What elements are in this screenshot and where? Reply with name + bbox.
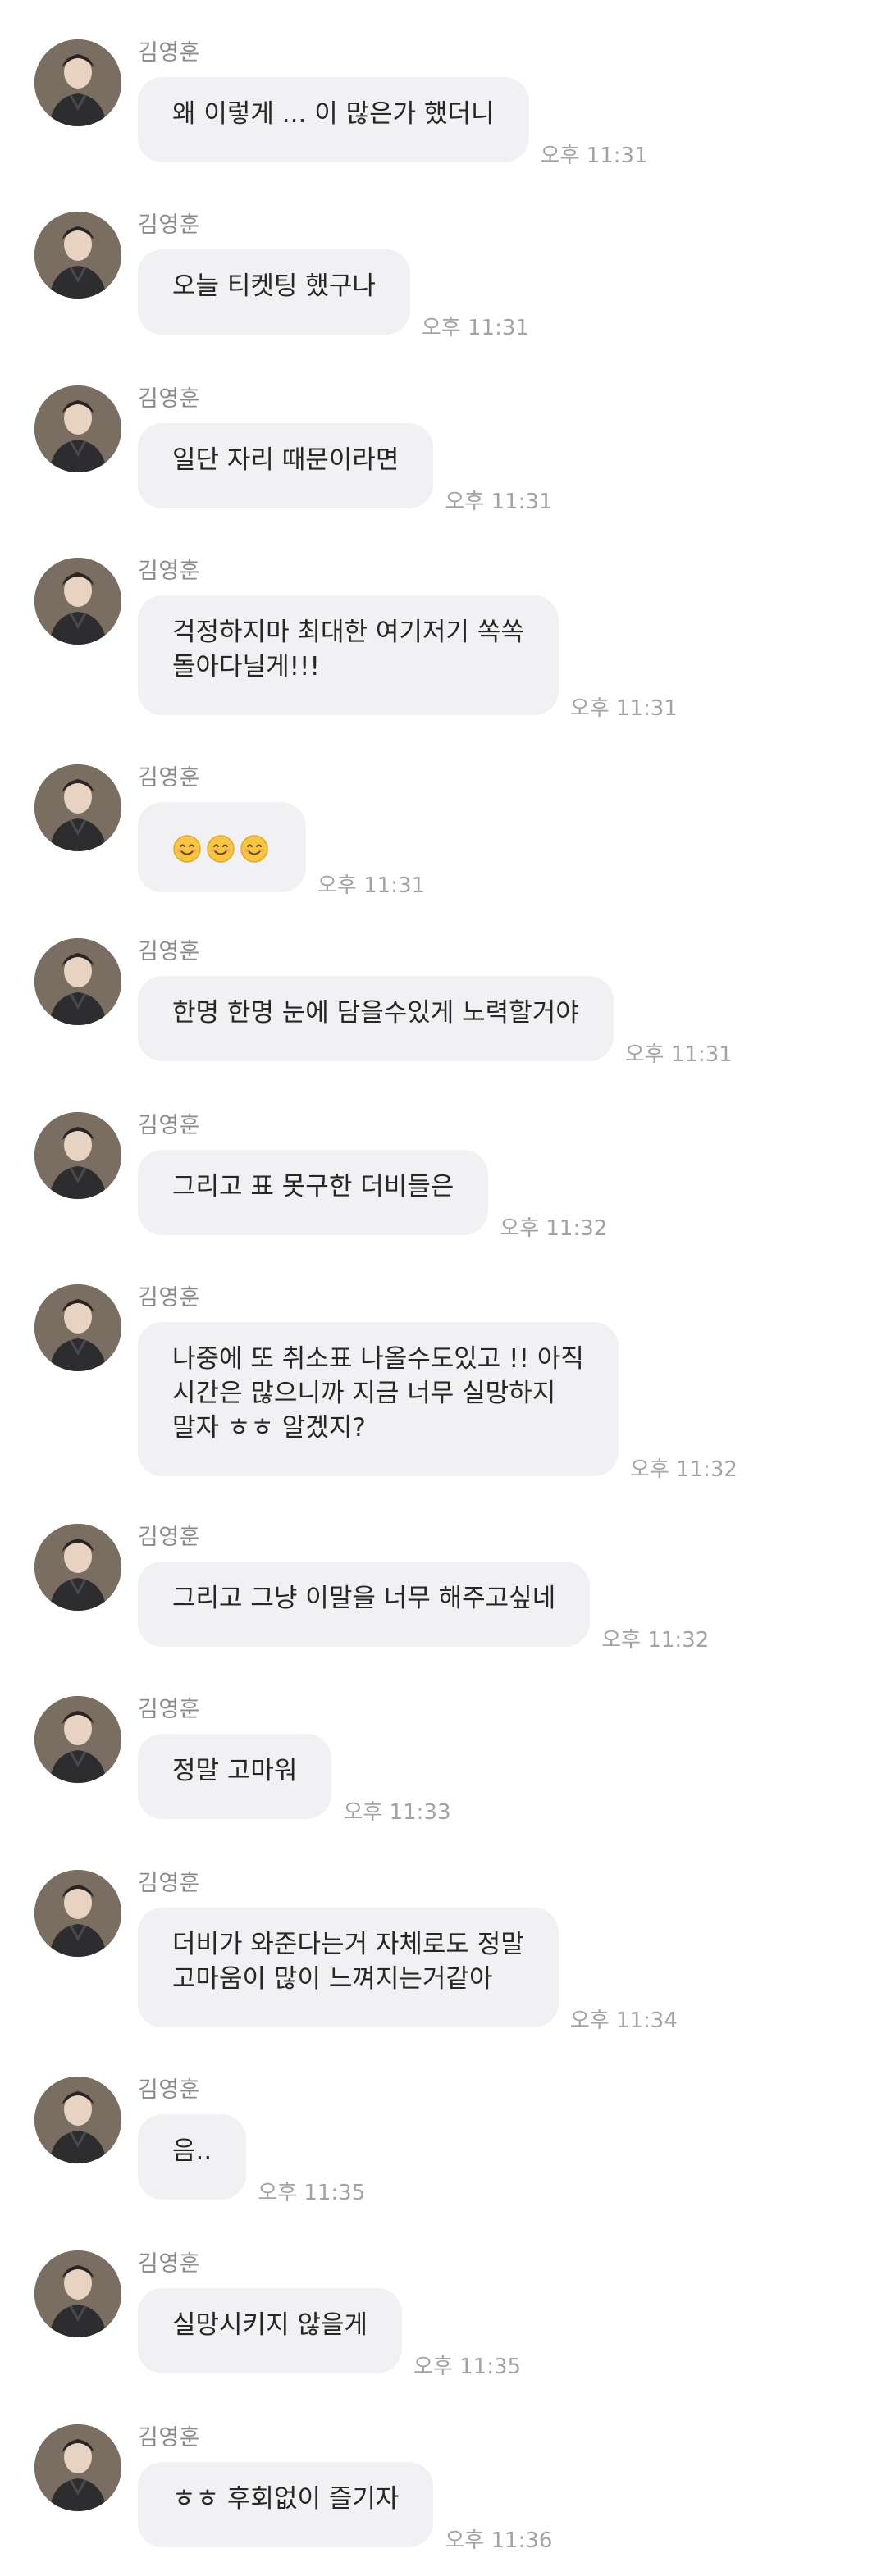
sender-name: 김영훈	[138, 40, 201, 66]
message-bubble[interactable]: 나중에 또 취소표 나올수도있고 !! 아직 시간은 많으니까 지금 너무 실망…	[138, 1322, 619, 1476]
chat-thread: 김영훈 왜 이렇게 ... 이 많은가 했더니 오후 11:31 김영훈 오늘 티켓팅 …	[0, 0, 886, 2576]
sender-name: 김영훈	[138, 1285, 201, 1311]
sender-avatar[interactable]	[34, 39, 121, 126]
smiling-face-icon	[240, 834, 269, 864]
message-row: 나중에 또 취소표 나올수도있고 !! 아직 시간은 많으니까 지금 너무 실망…	[138, 1322, 738, 1482]
message-timestamp: 오후 11:31	[540, 144, 648, 168]
message-timestamp: 오후 11:32	[500, 1216, 608, 1241]
sender-name: 김영훈	[138, 386, 201, 412]
sender-name: 김영훈	[138, 765, 201, 791]
sender-name: 김영훈	[138, 212, 201, 238]
message-text: 나중에 또 취소표 나올수도있고 !! 아직 시간은 많으니까 지금 너무 실망…	[172, 1344, 584, 1443]
sender-name: 김영훈	[138, 559, 201, 584]
message-timestamp: 오후 11:35	[413, 2355, 522, 2379]
sender-avatar[interactable]	[34, 385, 121, 472]
message-row: 그리고 표 못구한 더비들은오후 11:32	[138, 1150, 607, 1241]
smiling-face-icon	[172, 834, 202, 864]
message-text: 그리고 그냥 이말을 너무 해주고싶네	[172, 1584, 556, 1613]
message-row: 왜 이렇게 ... 이 많은가 했더니오후 11:31	[138, 77, 648, 168]
message-timestamp: 오후 11:32	[601, 1628, 710, 1653]
message-timestamp: 오후 11:36	[445, 2528, 553, 2553]
message-bubble[interactable]: 걱정하지마 최대한 여기저기 쏙쏙 돌아다닐게!!!	[138, 595, 559, 715]
message-text: 정말 고마워	[172, 1756, 298, 1785]
sender-name: 김영훈	[138, 1525, 201, 1550]
message-row: 그리고 그냥 이말을 너무 해주고싶네오후 11:32	[138, 1562, 709, 1653]
sender-avatar[interactable]	[34, 2424, 121, 2511]
sender-name: 김영훈	[138, 1697, 201, 1722]
sender-avatar[interactable]	[34, 1870, 121, 1957]
sender-avatar[interactable]	[34, 938, 121, 1025]
sender-avatar[interactable]	[34, 1112, 121, 1199]
message-timestamp: 오후 11:31	[569, 696, 678, 721]
message-row: 일단 자리 때문이라면오후 11:31	[138, 423, 552, 514]
message-bubble[interactable]	[138, 802, 306, 892]
message-bubble[interactable]: 한명 한명 눈에 담을수있게 노력할거야	[138, 976, 614, 1061]
message-text: 왜 이렇게 ... 이 많은가 했더니	[172, 99, 495, 129]
message-text: 오늘 티켓팅 했구나	[172, 271, 376, 301]
message-row: 더비가 와준다는거 자체로도 정말 고마움이 많이 느껴지는거같아오후 11:3…	[138, 1908, 678, 2033]
message-text: 더비가 와준다는거 자체로도 정말 고마움이 많이 느껴지는거같아	[172, 1930, 524, 1994]
sender-avatar[interactable]	[34, 1524, 121, 1611]
message-timestamp: 오후 11:34	[569, 2008, 678, 2033]
message-bubble[interactable]: 일단 자리 때문이라면	[138, 423, 434, 508]
message-text: 한명 한명 눈에 담을수있게 노력할거야	[172, 998, 579, 1028]
message-text: ㅎㅎ 후회없이 즐기자	[172, 2484, 400, 2514]
sender-avatar[interactable]	[34, 212, 121, 299]
message-bubble[interactable]: ㅎㅎ 후회없이 즐기자	[138, 2462, 434, 2547]
message-row: 오후 11:31	[138, 802, 425, 898]
message-bubble[interactable]: 실망시키지 않을게	[138, 2288, 403, 2373]
message-text: 일단 자리 때문이라면	[172, 445, 400, 475]
message-bubble[interactable]: 그리고 그냥 이말을 너무 해주고싶네	[138, 1562, 591, 1647]
message-bubble[interactable]: 오늘 티켓팅 했구나	[138, 249, 410, 335]
sender-avatar[interactable]	[34, 2077, 121, 2163]
message-bubble[interactable]: 그리고 표 못구한 더비들은	[138, 1150, 489, 1235]
sender-name: 김영훈	[138, 1113, 201, 1138]
message-bubble[interactable]: 더비가 와준다는거 자체로도 정말 고마움이 많이 느껴지는거같아	[138, 1908, 559, 2027]
message-text: 걱정하지마 최대한 여기저기 쏙쏙 돌아다닐게!!!	[172, 618, 524, 682]
message-text: 그리고 표 못구한 더비들은	[172, 1172, 454, 1201]
sender-avatar[interactable]	[34, 2250, 121, 2337]
sender-avatar[interactable]	[34, 764, 121, 851]
sender-name: 김영훈	[138, 1871, 201, 1896]
sender-avatar[interactable]	[34, 1696, 121, 1783]
sender-avatar[interactable]	[34, 558, 121, 645]
message-text: 실망시키지 않을게	[172, 2310, 368, 2340]
message-bubble[interactable]: 왜 이렇게 ... 이 많은가 했더니	[138, 77, 529, 162]
message-timestamp: 오후 11:31	[421, 316, 529, 340]
message-timestamp: 오후 11:33	[343, 1800, 451, 1825]
sender-name: 김영훈	[138, 939, 201, 964]
message-timestamp: 오후 11:31	[317, 873, 426, 898]
message-timestamp: 오후 11:32	[629, 1457, 738, 1482]
message-text: 음..	[172, 2136, 212, 2166]
message-timestamp: 오후 11:31	[624, 1042, 733, 1067]
message-row: 음.. 오후 11:35	[138, 2114, 365, 2205]
message-row: 실망시키지 않을게오후 11:35	[138, 2288, 521, 2379]
sender-name: 김영훈	[138, 2425, 201, 2451]
message-timestamp: 오후 11:31	[445, 490, 553, 514]
message-bubble[interactable]: 음..	[138, 2114, 247, 2200]
message-row: 오늘 티켓팅 했구나오후 11:31	[138, 249, 529, 340]
message-row: ㅎㅎ 후회없이 즐기자오후 11:36	[138, 2462, 552, 2553]
message-bubble[interactable]: 정말 고마워	[138, 1734, 332, 1819]
sender-name: 김영훈	[138, 2077, 201, 2103]
message-row: 정말 고마워오후 11:33	[138, 1734, 451, 1825]
message-row: 한명 한명 눈에 담을수있게 노력할거야오후 11:31	[138, 976, 733, 1067]
message-row: 걱정하지마 최대한 여기저기 쏙쏙 돌아다닐게!!! 오후 11:31	[138, 595, 678, 721]
sender-avatar[interactable]	[34, 1284, 121, 1371]
message-timestamp: 오후 11:35	[258, 2181, 366, 2205]
sender-name: 김영훈	[138, 2251, 201, 2277]
smiling-face-icon	[206, 834, 235, 864]
